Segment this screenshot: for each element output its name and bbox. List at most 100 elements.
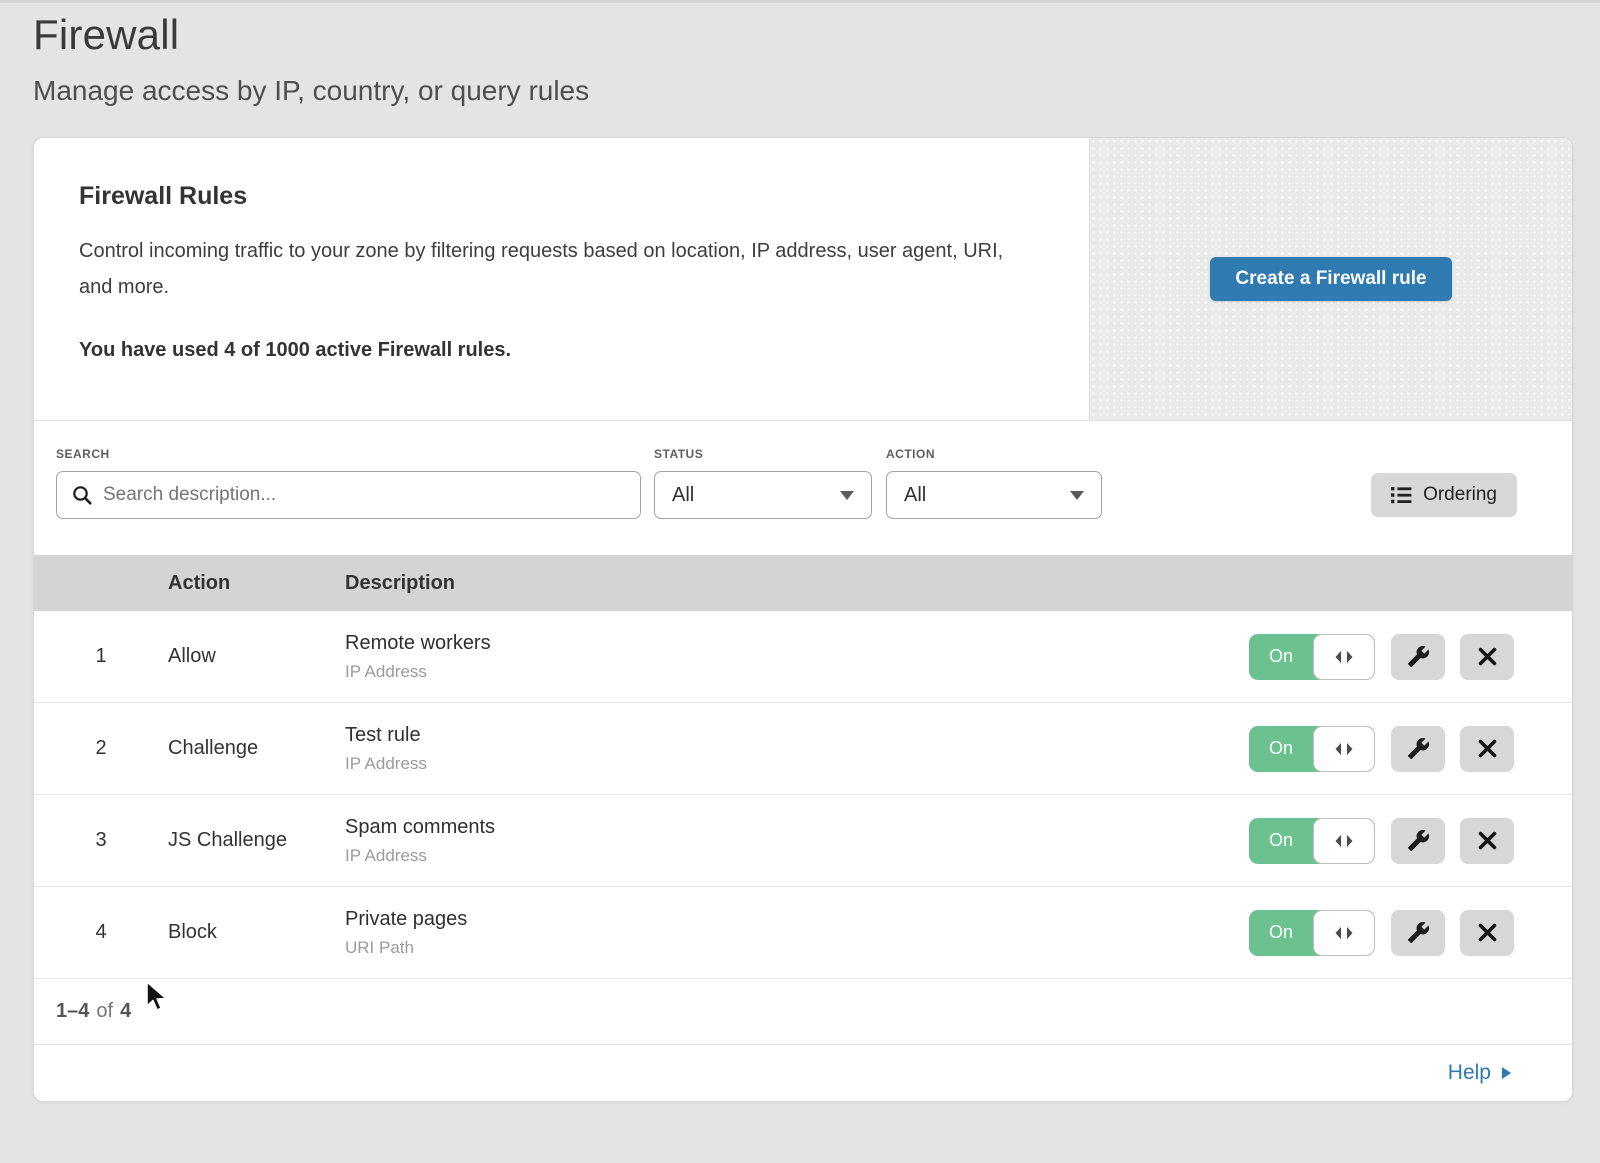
rule-priority-number: 1: [34, 645, 168, 668]
status-label: STATUS: [654, 447, 872, 461]
rule-controls: On: [1249, 910, 1572, 956]
left-right-arrows-icon: [1333, 650, 1355, 664]
pagination-of: of: [96, 1000, 113, 1023]
left-right-arrows-icon: [1333, 926, 1355, 940]
rule-match-type: IP Address: [345, 662, 1249, 682]
table-header-row: Action Description: [34, 555, 1572, 611]
wrench-icon: [1407, 921, 1430, 944]
wrench-icon: [1407, 645, 1430, 668]
rule-action: JS Challenge: [168, 829, 345, 852]
rule-description: Remote workers: [345, 632, 1249, 655]
rule-priority-number: 4: [34, 921, 168, 944]
help-link-label: Help: [1448, 1061, 1491, 1085]
intro-heading: Firewall Rules: [79, 182, 1019, 211]
delete-rule-button[interactable]: [1460, 726, 1514, 772]
rule-match-type: IP Address: [345, 846, 1249, 866]
rule-description-cell: Test rule IP Address: [345, 724, 1249, 774]
status-filter-group: STATUS All: [654, 447, 872, 519]
rule-description-cell: Remote workers IP Address: [345, 632, 1249, 682]
status-select-value: All: [672, 484, 694, 507]
toggle-handle[interactable]: [1313, 634, 1375, 680]
edit-rule-button[interactable]: [1391, 818, 1445, 864]
left-right-arrows-icon: [1333, 742, 1355, 756]
intro-description: Control incoming traffic to your zone by…: [79, 233, 1019, 305]
table-row: 4 Block Private pages URI Path On: [34, 887, 1572, 979]
search-input[interactable]: [56, 471, 641, 519]
rule-description-cell: Private pages URI Path: [345, 908, 1249, 958]
search-icon: [71, 484, 93, 506]
table-row: 3 JS Challenge Spam comments IP Address …: [34, 795, 1572, 887]
action-label: ACTION: [886, 447, 1102, 461]
close-icon: [1477, 738, 1498, 759]
action-select[interactable]: All: [886, 471, 1102, 519]
edit-rule-button[interactable]: [1391, 726, 1445, 772]
toggle-on-label: On: [1249, 818, 1313, 864]
card-footer: Help: [34, 1045, 1572, 1101]
ordered-list-icon: [1391, 486, 1412, 504]
ordering-button-label: Ordering: [1423, 484, 1497, 506]
rule-enabled-toggle[interactable]: On: [1249, 818, 1375, 864]
card-intro-section: Firewall Rules Control incoming traffic …: [34, 138, 1572, 421]
status-select[interactable]: All: [654, 471, 872, 519]
ordering-button[interactable]: Ordering: [1371, 473, 1517, 517]
rules-rows: 1 Allow Remote workers IP Address On: [34, 611, 1572, 979]
close-icon: [1477, 830, 1498, 851]
delete-rule-button[interactable]: [1460, 818, 1514, 864]
filter-bar: SEARCH STATUS All ACTION All: [34, 421, 1572, 555]
rules-usage-text: You have used 4 of 1000 active Firewall …: [79, 339, 1019, 362]
search-field-wrap: [56, 471, 641, 519]
delete-rule-button[interactable]: [1460, 910, 1514, 956]
rule-description: Spam comments: [345, 816, 1249, 839]
rule-enabled-toggle[interactable]: On: [1249, 910, 1375, 956]
table-row: 1 Allow Remote workers IP Address On: [34, 611, 1572, 703]
page-title: Firewall: [33, 11, 1600, 59]
rule-enabled-toggle[interactable]: On: [1249, 634, 1375, 680]
edit-rule-button[interactable]: [1391, 634, 1445, 680]
page-header: Firewall Manage access by IP, country, o…: [0, 3, 1600, 107]
rule-action: Challenge: [168, 737, 345, 760]
firewall-rules-card: Firewall Rules Control incoming traffic …: [33, 137, 1573, 1102]
toggle-on-label: On: [1249, 726, 1313, 772]
page-subtitle: Manage access by IP, country, or query r…: [33, 75, 1600, 107]
action-filter-group: ACTION All: [886, 447, 1102, 519]
rule-description: Test rule: [345, 724, 1249, 747]
action-select-value: All: [904, 484, 926, 507]
close-icon: [1477, 922, 1498, 943]
pagination-total: 4: [120, 1000, 131, 1023]
column-header-description: Description: [345, 572, 1572, 595]
rule-match-type: URI Path: [345, 938, 1249, 958]
arrow-right-icon: [1500, 1065, 1512, 1081]
create-rule-panel: Create a Firewall rule: [1089, 138, 1572, 420]
toggle-on-label: On: [1249, 910, 1313, 956]
rule-description: Private pages: [345, 908, 1249, 931]
help-link[interactable]: Help: [1448, 1061, 1512, 1085]
wrench-icon: [1407, 737, 1430, 760]
rule-controls: On: [1249, 634, 1572, 680]
toggle-handle[interactable]: [1313, 910, 1375, 956]
rule-match-type: IP Address: [345, 754, 1249, 774]
wrench-icon: [1407, 829, 1430, 852]
intro-block: Firewall Rules Control incoming traffic …: [34, 138, 1089, 420]
rule-priority-number: 2: [34, 737, 168, 760]
table-row: 2 Challenge Test rule IP Address On: [34, 703, 1572, 795]
create-firewall-rule-button[interactable]: Create a Firewall rule: [1210, 257, 1451, 301]
edit-rule-button[interactable]: [1391, 910, 1445, 956]
toggle-handle[interactable]: [1313, 726, 1375, 772]
rule-action: Block: [168, 921, 345, 944]
search-label: SEARCH: [56, 447, 641, 461]
rule-controls: On: [1249, 726, 1572, 772]
rule-enabled-toggle[interactable]: On: [1249, 726, 1375, 772]
toggle-on-label: On: [1249, 634, 1313, 680]
left-right-arrows-icon: [1333, 834, 1355, 848]
delete-rule-button[interactable]: [1460, 634, 1514, 680]
search-filter-group: SEARCH: [56, 447, 641, 519]
column-header-action: Action: [168, 572, 345, 595]
rule-controls: On: [1249, 818, 1572, 864]
rule-description-cell: Spam comments IP Address: [345, 816, 1249, 866]
rule-priority-number: 3: [34, 829, 168, 852]
chevron-down-icon: [840, 491, 854, 500]
pagination-range: 1–4: [56, 1000, 89, 1023]
pagination-bar: 1–4 of 4: [34, 979, 1572, 1045]
rule-action: Allow: [168, 645, 345, 668]
toggle-handle[interactable]: [1313, 818, 1375, 864]
